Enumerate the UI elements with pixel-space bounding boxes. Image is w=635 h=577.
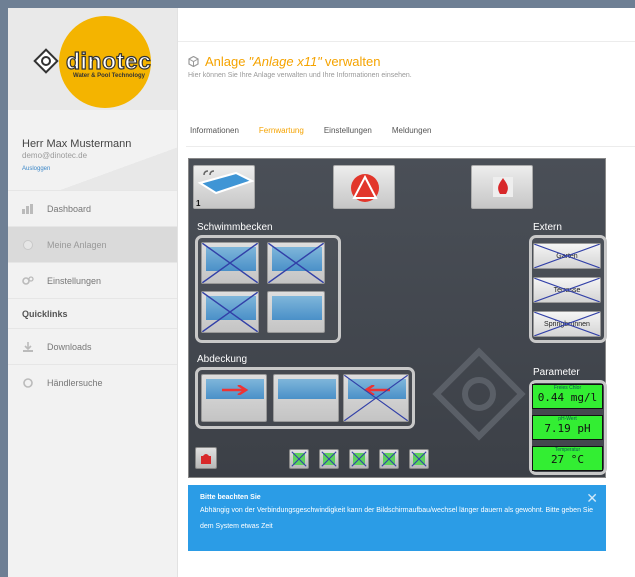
search-icon	[22, 377, 34, 388]
sidebar: dinotec Water & Pool Technology Herr Max…	[8, 8, 178, 577]
warning-icon	[351, 174, 379, 202]
main-content: Anlage "Anlage x11" verwalten Hier könne…	[178, 8, 635, 577]
siren-icon	[201, 454, 211, 464]
cover-close-tile[interactable]	[343, 374, 409, 422]
page-header: Anlage "Anlage x11" verwalten Hier könne…	[178, 42, 635, 132]
disabled-x-icon	[351, 451, 367, 467]
tab-fernwartung[interactable]: Fernwartung	[253, 122, 310, 140]
tab-divider	[186, 146, 635, 147]
logout-link[interactable]: Ausloggen	[22, 166, 177, 172]
disabled-x-icon	[268, 243, 324, 283]
page-title-name: "Anlage x11"	[248, 54, 322, 69]
sidebar-item-label: Dashboard	[47, 203, 92, 214]
alert-title: Bitte beachten Sie	[200, 494, 261, 501]
output-tile-4[interactable]	[379, 449, 399, 469]
extern-button-garten[interactable]: Garten	[533, 243, 601, 269]
tab-bar: Informationen Fernwartung Einstellungen …	[188, 122, 445, 140]
close-icon[interactable]: ✕	[586, 490, 598, 507]
sidebar-item-label: Downloads	[47, 341, 92, 352]
watermark-logo-icon	[432, 347, 526, 441]
disabled-x-icon	[202, 243, 258, 283]
tab-informationen[interactable]: Informationen	[188, 122, 245, 140]
arrow-right-icon	[222, 385, 249, 395]
bottom-alarm-tile[interactable]	[195, 447, 217, 469]
quicklinks-heading: Quicklinks	[8, 298, 177, 328]
top-bar	[178, 8, 635, 42]
info-alert: Bitte beachten Sie Abhängig von der Verb…	[188, 485, 606, 551]
alarm-tile[interactable]	[333, 165, 395, 209]
output-tile-1[interactable]	[289, 449, 309, 469]
disabled-x-icon	[534, 244, 600, 268]
user-block: Herr Max Mustermann demo@dinotec.de Ausl…	[8, 110, 177, 190]
output-tile-2[interactable]	[319, 449, 339, 469]
disabled-x-icon	[381, 451, 397, 467]
user-email: demo@dinotec.de	[22, 151, 88, 160]
pool-tile-4[interactable]	[267, 291, 325, 333]
alert-text: Abhängig von der Verbindungsgeschwindigk…	[200, 507, 594, 530]
fire-tile[interactable]	[471, 165, 533, 209]
parameter-label: Parameter	[533, 367, 580, 378]
disabled-x-icon	[344, 375, 408, 421]
extern-label: Extern	[533, 222, 562, 233]
cube-icon	[188, 55, 200, 68]
sidebar-item-label: Einstellungen	[47, 275, 102, 286]
output-tile-5[interactable]	[409, 449, 429, 469]
disabled-x-icon	[534, 278, 600, 302]
abdeckung-label: Abdeckung	[197, 354, 248, 365]
disabled-x-icon	[411, 451, 427, 467]
remote-control-panel: 1 Schwimmbecken Extern Abdeckung Paramet…	[188, 158, 607, 478]
pool-tile-3[interactable]	[201, 291, 259, 333]
pool-select-tile[interactable]: 1	[193, 165, 255, 209]
logo-text: dinotec	[65, 47, 152, 74]
pool-icon	[197, 170, 254, 195]
sidebar-item-einstellungen[interactable]: Einstellungen	[8, 262, 177, 298]
tab-einstellungen[interactable]: Einstellungen	[318, 122, 378, 140]
tab-meldungen[interactable]: Meldungen	[386, 122, 438, 140]
sidebar-item-haendlersuche[interactable]: Händlersuche	[8, 364, 177, 400]
extern-button-springbrunnen[interactable]: Springbrunnen	[533, 311, 601, 337]
extern-button-terrasse[interactable]: Terrasse	[533, 277, 601, 303]
heater-icon	[493, 177, 513, 197]
logo-mark-icon	[33, 48, 59, 74]
disabled-x-icon	[202, 292, 258, 332]
user-name: Herr Max Mustermann	[22, 138, 132, 150]
disabled-x-icon	[291, 451, 307, 467]
sidebar-item-dashboard[interactable]: Dashboard	[8, 190, 177, 226]
param-chlor: Freies Chlor 0.44 mg/l	[532, 384, 603, 409]
cover-open-tile[interactable]	[201, 374, 267, 422]
cover-stop-tile[interactable]	[273, 374, 339, 422]
pool-tile-2[interactable]	[267, 242, 325, 284]
logo-area: dinotec Water & Pool Technology	[8, 8, 177, 110]
app-frame: dinotec Water & Pool Technology Herr Max…	[8, 8, 635, 577]
schwimmbecken-label: Schwimmbecken	[197, 222, 273, 233]
param-ph: pH-Wert 7.19 pH	[532, 415, 603, 440]
disabled-x-icon	[321, 451, 337, 467]
output-tile-3[interactable]	[349, 449, 369, 469]
sidebar-item-label: Händlersuche	[47, 377, 103, 388]
gears-icon	[22, 275, 34, 286]
logo-subtitle: Water & Pool Technology	[73, 73, 146, 79]
param-temperatur: Temperatur 27 °C	[532, 446, 603, 471]
sidebar-item-downloads[interactable]: Downloads	[8, 328, 177, 364]
download-icon	[22, 341, 34, 352]
page-title: Anlage "Anlage x11" verwalten	[188, 54, 635, 69]
pool-tile-1[interactable]	[201, 242, 259, 284]
page-subtitle: Hier können Sie Ihre Anlage verwalten un…	[188, 72, 412, 79]
page-title-suffix: verwalten	[324, 54, 381, 69]
pool-number: 1	[196, 199, 201, 208]
chart-icon	[22, 203, 34, 214]
sidebar-item-label: Meine Anlagen	[47, 239, 107, 250]
sidebar-item-meine-anlagen[interactable]: Meine Anlagen	[8, 226, 177, 262]
pool-icon	[22, 239, 34, 250]
page-title-prefix: Anlage	[205, 54, 246, 69]
disabled-x-icon	[534, 312, 600, 336]
